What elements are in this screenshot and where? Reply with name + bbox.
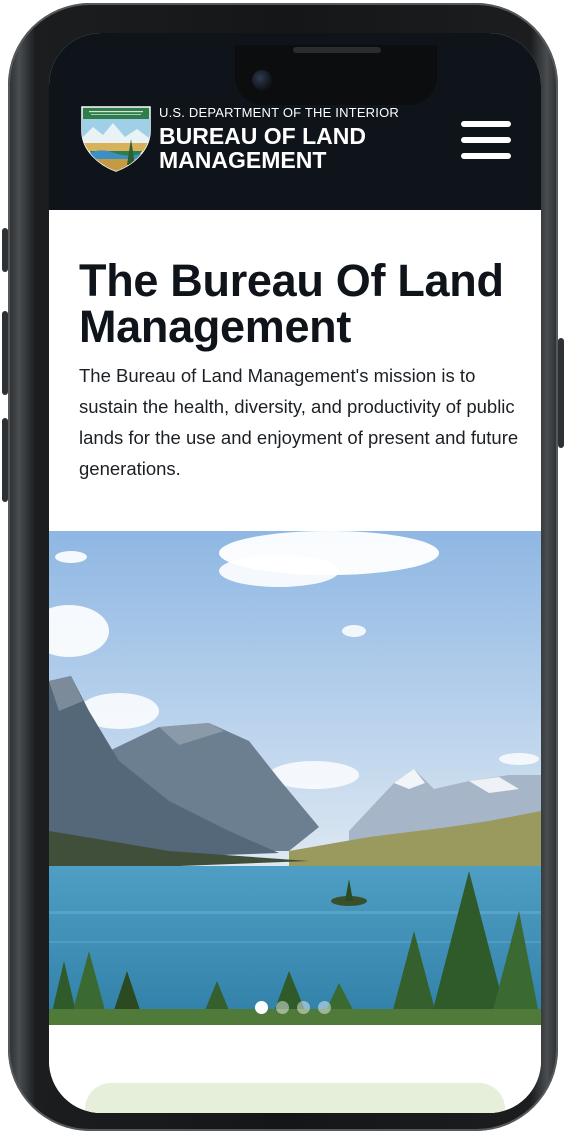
front-camera [252,70,272,90]
mission-statement: The Bureau of Land Management's mission … [79,365,519,479]
blm-shield-logo-icon[interactable] [79,105,153,173]
phone-screen: U.S. DEPARTMENT OF THE INTERIOR BUREAU O… [49,33,541,1113]
hamburger-menu-icon[interactable] [461,121,511,159]
agency-name-line2: MANAGEMENT [159,147,327,173]
carousel-dot-4[interactable] [318,1001,331,1014]
agency-name[interactable]: BUREAU OF LAND MANAGEMENT [159,124,409,172]
volume-down-button [2,418,8,502]
phone-frame: U.S. DEPARTMENT OF THE INTERIOR BUREAU O… [2,3,564,1131]
power-button [558,338,564,448]
carousel-dot-3[interactable] [297,1001,310,1014]
next-section-card [85,1083,505,1113]
hero-carousel[interactable] [49,531,541,1025]
carousel-dot-2[interactable] [276,1001,289,1014]
mute-switch [2,228,8,272]
main-content: The Bureau Of Land Management The Bureau… [49,210,541,1113]
agency-name-line1: BUREAU OF LAND [159,123,366,149]
department-label: U.S. DEPARTMENT OF THE INTERIOR [159,105,399,120]
hero-mountain-lake-image [49,531,541,1025]
carousel-dot-1[interactable] [255,1001,268,1014]
speaker-grille [293,47,381,53]
volume-up-button [2,311,8,395]
page-title: The Bureau Of Land Management [79,255,504,352]
